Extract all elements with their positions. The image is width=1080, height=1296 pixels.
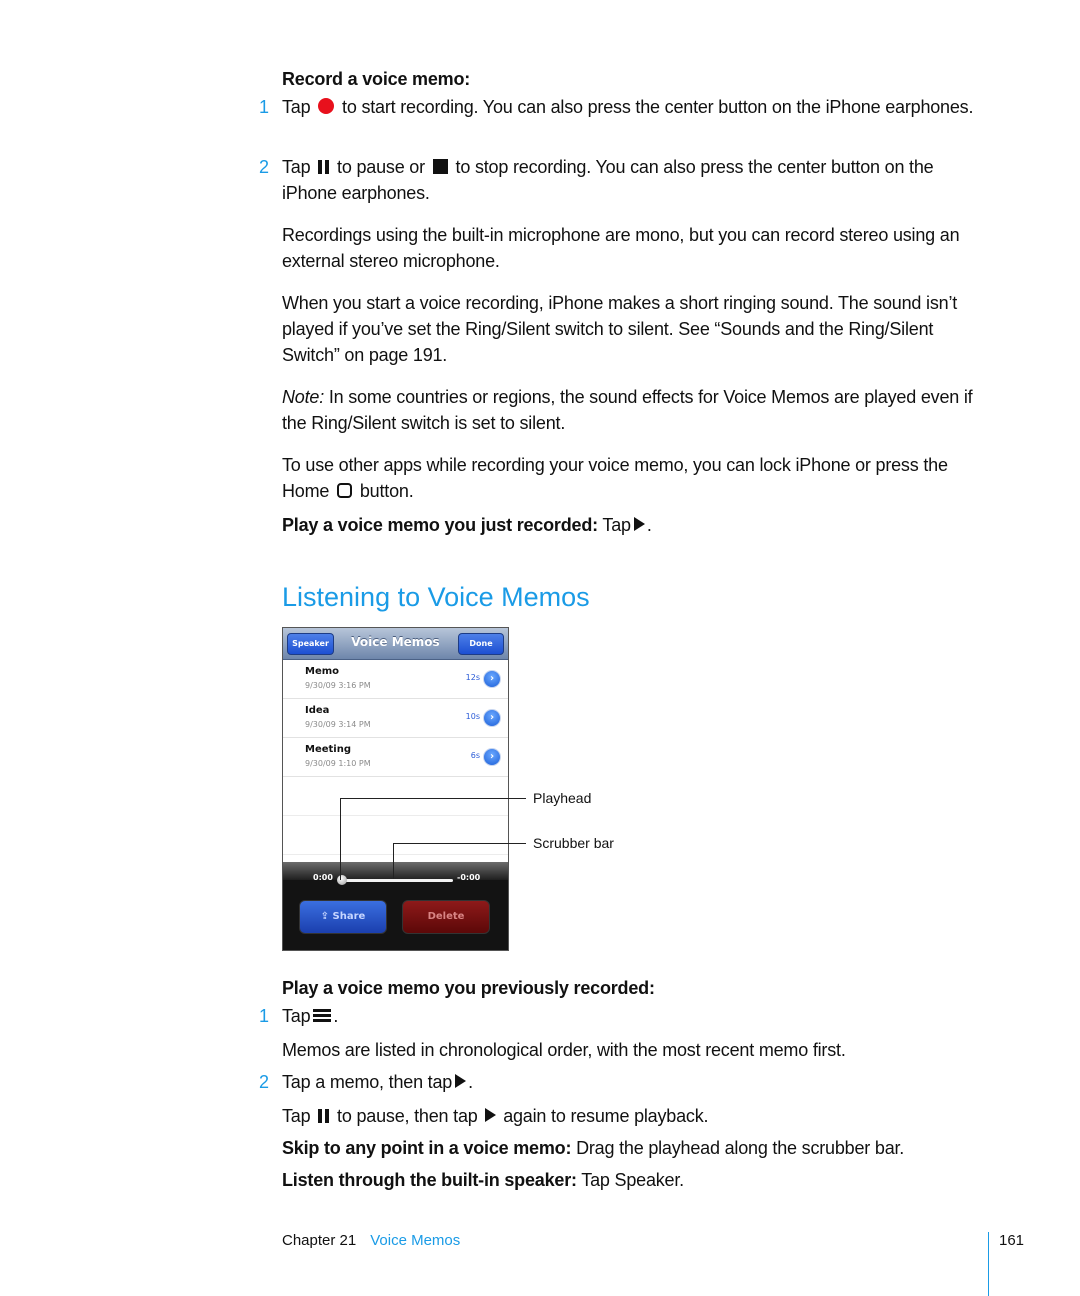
step-text: to pause or: [337, 157, 425, 177]
task-label: Play a voice memo you just recorded:: [282, 515, 598, 535]
step-number: 2: [259, 1072, 270, 1092]
record-step-2: Tap to pause or to stop recording. You c…: [282, 154, 992, 206]
memo-title: Idea: [305, 705, 330, 716]
step-number: 1: [259, 97, 270, 117]
callout-line-scrubber: [393, 843, 526, 844]
nav-bar: Speaker Voice Memos Done: [283, 628, 508, 660]
listen-step-1: Tap.: [282, 1003, 992, 1029]
step-text: Tap: [282, 157, 311, 177]
paragraph-text: to pause, then tap: [337, 1106, 478, 1126]
memo-date: 9/30/09 1:10 PM: [305, 759, 371, 768]
memo-row[interactable]: Idea 9/30/09 3:14 PM 10s ›: [283, 699, 508, 738]
paragraph-text: again to resume playback.: [503, 1106, 709, 1126]
list-icon: [313, 1008, 332, 1022]
speaker-task: Listen through the built-in speaker: Tap…: [282, 1167, 992, 1193]
memo-title: Meeting: [305, 744, 352, 755]
memo-row[interactable]: Memo 9/30/09 3:16 PM 12s ›: [283, 660, 508, 699]
voice-memos-screenshot: Speaker Voice Memos Done Memo 9/30/09 3:…: [282, 627, 509, 951]
pause-icon: [318, 1108, 330, 1123]
callout-scrubber: Scrubber bar: [533, 835, 614, 851]
play-prev-heading: Play a voice memo you previously recorde…: [282, 978, 655, 998]
step-text: .: [468, 1072, 473, 1092]
step-text: Tap: [282, 1006, 311, 1026]
step-number: 2: [259, 157, 270, 177]
play-icon: [633, 517, 645, 532]
step-number: 1: [259, 1006, 270, 1026]
callout-line-scrubber: [393, 843, 394, 879]
share-button[interactable]: ⇪ Share: [299, 900, 387, 934]
record-dot-icon: [318, 98, 335, 115]
paragraph-text: Tap: [282, 1106, 311, 1126]
step-text: Tap a memo, then tap: [282, 1072, 453, 1092]
play-icon: [455, 1074, 467, 1089]
task-text: Tap: [602, 515, 631, 535]
task-text: Tap Speaker.: [581, 1170, 684, 1190]
disclosure-chevron-icon[interactable]: ›: [483, 670, 501, 688]
memo-duration: 12s: [465, 673, 480, 682]
task-label: Listen through the built-in speaker:: [282, 1170, 577, 1190]
playhead[interactable]: [337, 875, 347, 885]
note-label: Note:: [282, 387, 325, 407]
elapsed-time: 0:00: [313, 873, 333, 882]
listen-step-2: Tap a memo, then tap.: [282, 1069, 992, 1095]
scrubber-bar[interactable]: [341, 879, 453, 882]
disclosure-chevron-icon[interactable]: ›: [483, 748, 501, 766]
task-text: .: [646, 515, 652, 535]
paragraph-text: button.: [359, 481, 414, 501]
note-text: In some countries or regions, the sound …: [282, 387, 973, 433]
memo-duration: 10s: [465, 712, 480, 721]
footer-chapter: Chapter 21 Voice Memos: [282, 1232, 460, 1249]
paragraph-stereo: Recordings using the built-in microphone…: [282, 225, 960, 271]
callout-line-playhead: [340, 798, 526, 799]
empty-row: [283, 816, 508, 855]
record-heading: Record a voice memo:: [282, 69, 471, 89]
stop-icon: [432, 158, 448, 174]
note-paragraph: Note: In some countries or regions, the …: [282, 384, 992, 436]
paragraph-pause: Tap to pause, then tap again to resume p…: [282, 1103, 992, 1129]
footer-divider: [988, 1232, 989, 1296]
empty-row: [283, 777, 508, 816]
share-icon: ⇪: [320, 911, 333, 922]
play-just-recorded: Play a voice memo you just recorded: Tap…: [282, 512, 992, 538]
done-button[interactable]: Done: [458, 633, 504, 655]
paragraph-other-apps: To use other apps while recording your v…: [282, 452, 992, 504]
memo-title: Memo: [305, 666, 340, 677]
delete-button[interactable]: Delete: [402, 900, 490, 934]
skip-task: Skip to any point in a voice memo: Drag …: [282, 1135, 992, 1161]
callout-playhead: Playhead: [533, 790, 592, 806]
chapter-title-link[interactable]: Voice Memos: [370, 1232, 460, 1249]
memo-duration: 6s: [470, 751, 480, 760]
section-heading: Listening to Voice Memos: [282, 582, 590, 612]
callout-line-playhead: [340, 798, 341, 880]
remaining-time: -0:00: [457, 873, 481, 882]
record-step-1: Tap to start recording. You can also pre…: [282, 94, 992, 120]
memo-row[interactable]: Meeting 9/30/09 1:10 PM 6s ›: [283, 738, 508, 777]
memo-date: 9/30/09 3:16 PM: [305, 681, 371, 690]
disclosure-chevron-icon[interactable]: ›: [483, 709, 501, 727]
page-number: 161: [999, 1232, 1025, 1249]
task-label: Skip to any point in a voice memo:: [282, 1138, 572, 1158]
step-text: Tap: [282, 97, 311, 117]
step-text: to start recording. You can also press t…: [342, 97, 974, 117]
memo-date: 9/30/09 3:14 PM: [305, 720, 371, 729]
play-icon: [485, 1108, 497, 1123]
paragraph-chrono: Memos are listed in chronological order,…: [282, 1040, 846, 1060]
step-text: .: [333, 1006, 339, 1026]
chapter-label: Chapter 21: [282, 1232, 357, 1249]
home-button-icon: [337, 482, 353, 498]
pause-icon: [318, 159, 330, 174]
paragraph-ringing: When you start a voice recording, iPhone…: [282, 293, 958, 365]
share-label: Share: [332, 911, 366, 922]
task-text: Drag the playhead along the scrubber bar…: [576, 1138, 905, 1158]
